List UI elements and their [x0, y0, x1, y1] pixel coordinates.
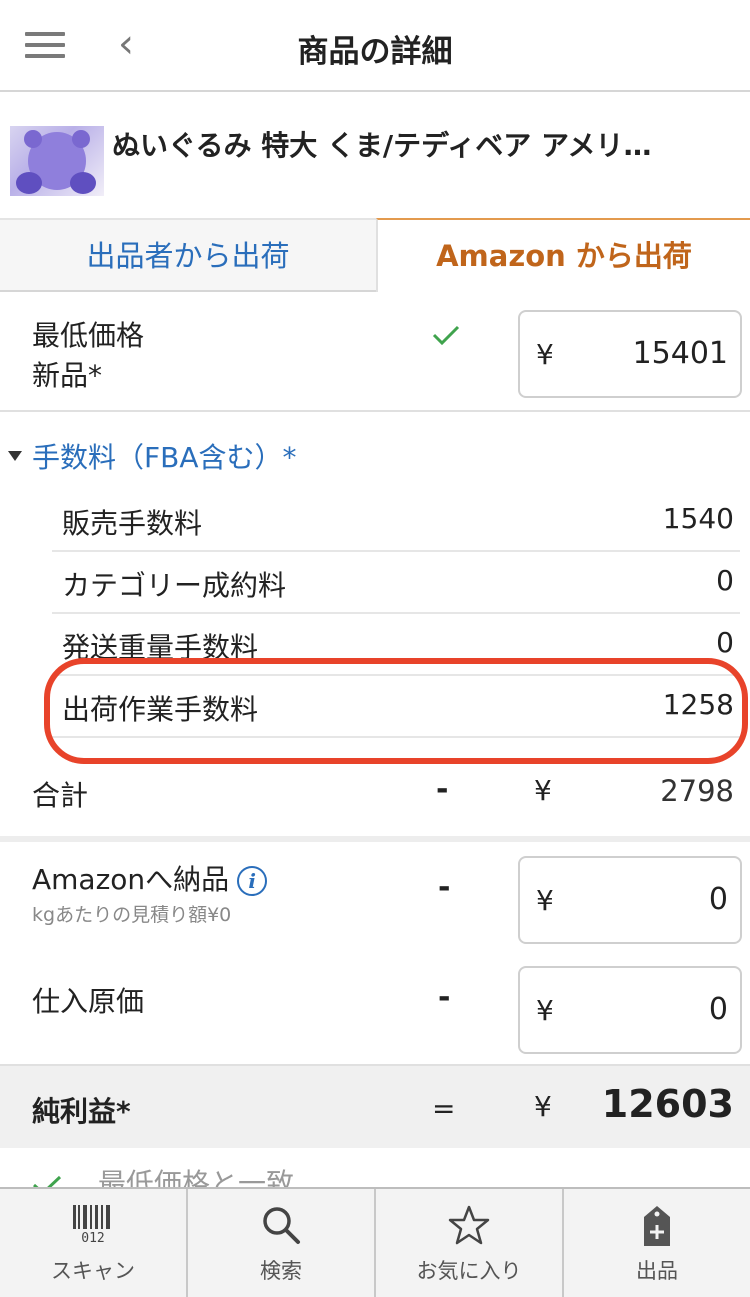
currency-symbol: ¥ [534, 774, 552, 807]
barcode-text: 012 [81, 1231, 104, 1245]
tabbar-item-search[interactable]: 検索 [188, 1189, 376, 1297]
min-price-value: 15401 [632, 336, 728, 371]
fees-section-toggle[interactable]: 手数料（FBA含む）* [8, 436, 296, 476]
tabbar-label: お気に入り [416, 1259, 522, 1283]
total-value: 2798 [660, 774, 734, 808]
tabbar-item-listing[interactable]: 出品 [564, 1189, 750, 1297]
purchase-cost-input[interactable]: ¥ 0 [518, 966, 742, 1054]
condition-label: 新品* [32, 359, 103, 392]
tab-merchant-fulfilled[interactable]: 出品者から出荷 [0, 218, 376, 290]
currency-symbol: ¥ [536, 884, 554, 917]
min-price-row: 最低価格 新品* ¥ 15401 [0, 292, 750, 412]
currency-symbol: ¥ [536, 994, 554, 1027]
tabbar-item-favorites[interactable]: お気に入り [376, 1189, 564, 1297]
min-price-input[interactable]: ¥ 15401 [518, 310, 742, 398]
star-icon [448, 1205, 490, 1245]
fee-value: 0 [716, 626, 734, 659]
purchase-cost-value: 0 [708, 992, 728, 1027]
minus-operator: - [438, 980, 451, 1015]
tabbar-item-scan[interactable]: 012 スキャン [0, 1189, 188, 1297]
purchase-cost-label: 仕入原価 [32, 985, 145, 1018]
check-icon [432, 325, 460, 346]
info-icon[interactable]: i [237, 866, 268, 896]
fulfillment-tabs: 出品者から出荷 Amazon から出荷 [0, 218, 750, 292]
minus-operator: - [436, 772, 449, 807]
net-profit-row: 純利益* = ¥ 12603 [0, 1066, 750, 1148]
disclosure-triangle-icon [8, 451, 22, 461]
fee-label: カテゴリー成約料 [62, 569, 287, 602]
app-header: ‹ 商品の詳細 [0, 0, 750, 92]
fee-value: 1540 [662, 502, 734, 535]
fee-value: 0 [716, 564, 734, 597]
fee-label: 販売手数料 [62, 507, 203, 540]
net-profit-label: 純利益* [32, 1095, 131, 1128]
tab-amazon-fulfilled[interactable]: Amazon から出荷 [376, 218, 750, 292]
product-summary: ぬいぐるみ 特大 くま/テディベア アメリ… [0, 92, 750, 220]
amazon-inbound-label: Amazonへ納品 [32, 863, 230, 896]
fee-row: 販売手数料 1540 [52, 490, 740, 552]
product-title: ぬいぐるみ 特大 くま/テディベア アメリ… [112, 129, 652, 162]
highlight-annotation [44, 658, 748, 764]
per-kg-estimate: kgあたりの見積り額¥0 [32, 904, 232, 926]
purchase-cost-row: 仕入原価 - ¥ 0 [0, 954, 750, 1066]
total-label: 合計 [32, 779, 89, 812]
fees-total-row: 合計 - ¥ 2798 [0, 766, 750, 842]
barcode-icon: 012 [73, 1205, 110, 1245]
min-price-label: 最低価格 [32, 319, 145, 352]
fee-row: カテゴリー成約料 0 [52, 552, 740, 614]
tabbar-label: 検索 [260, 1259, 302, 1283]
equals-operator: = [432, 1092, 456, 1125]
net-profit-value: 12603 [601, 1082, 734, 1126]
product-thumbnail [10, 126, 104, 196]
minus-operator: - [438, 870, 451, 905]
currency-symbol: ¥ [534, 1090, 552, 1123]
listing-tag-icon [644, 1206, 670, 1246]
amazon-inbound-row: Amazonへ納品 i kgあたりの見積り額¥0 - ¥ 0 [0, 842, 750, 954]
tabbar-label: 出品 [636, 1259, 678, 1283]
currency-symbol: ¥ [536, 338, 554, 371]
search-icon [263, 1207, 300, 1244]
inbound-cost-value: 0 [708, 882, 728, 917]
tabbar-label: スキャン [51, 1259, 135, 1283]
inbound-cost-input[interactable]: ¥ 0 [518, 856, 742, 944]
page-title: 商品の詳細 [297, 34, 453, 70]
fees-header: 手数料（FBA含む）* [32, 441, 297, 474]
bottom-tab-bar: 012 スキャン 検索 お気に入り 出品 [0, 1187, 750, 1297]
